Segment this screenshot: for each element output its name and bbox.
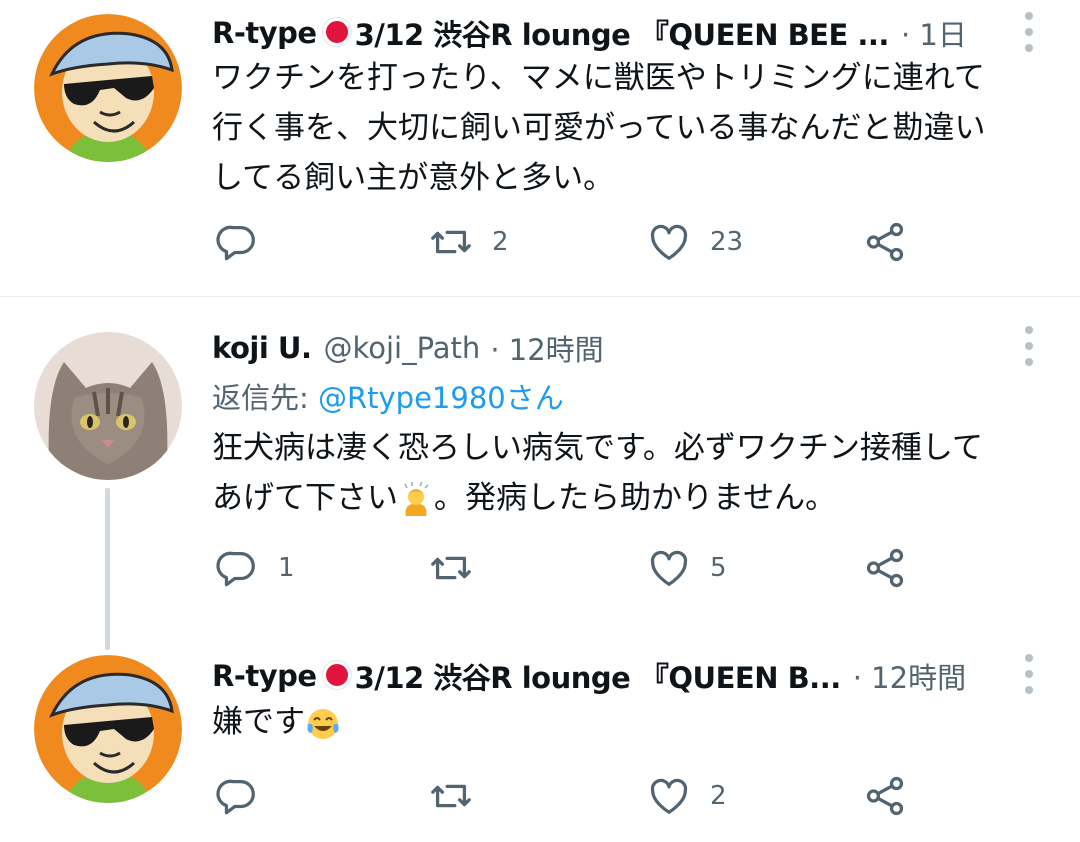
tweet-text-line-2: あげて下さい 。発病したら助かりません。 [212, 473, 1052, 523]
display-name-rest[interactable]: 3/12 渋谷R lounge 『QUEEN B... [355, 655, 842, 697]
tweet-text: 嫌です [212, 697, 1052, 747]
tweet-header: R-type 3/12 渋谷R lounge 『QUEEN B... · 12時… [212, 654, 966, 698]
more-icon[interactable] [1024, 326, 1034, 366]
reply-count: 1 [278, 553, 295, 583]
reply-button[interactable] [214, 766, 278, 826]
tweet-header: koji U. @koji_Path · 12時間 [212, 326, 604, 370]
retweet-button[interactable] [428, 538, 492, 598]
share-icon [866, 776, 904, 816]
tweet-text-line: 狂犬病は凄く恐ろしい病気です。必ずワクチン接種して [212, 430, 983, 466]
like-count: 23 [710, 227, 744, 257]
reply-button[interactable]: 1 [214, 538, 295, 598]
replying-to-label: 返信先: [212, 381, 318, 415]
retweet-count: 2 [492, 227, 509, 257]
tweet-3[interactable]: R-type 3/12 渋谷R lounge 『QUEEN B... · 12時… [0, 627, 1080, 842]
timestamp[interactable]: · 12時間 [853, 655, 966, 697]
display-name-rest[interactable]: 3/12 渋谷R lounge 『QUEEN BEE ... [355, 12, 890, 54]
avatar[interactable] [34, 332, 182, 480]
more-icon[interactable] [1024, 12, 1034, 52]
like-icon [650, 550, 688, 586]
reply-icon [216, 551, 255, 587]
replying-to-link[interactable]: @Rtype1980さん [318, 381, 564, 415]
retweet-icon [431, 230, 471, 254]
flag-jp-icon [322, 661, 351, 689]
retweet-button[interactable] [428, 766, 492, 826]
retweet-icon [431, 784, 471, 808]
share-button[interactable] [862, 766, 908, 826]
avatar[interactable] [34, 14, 182, 162]
tweet-text: ワクチンを打ったり、マメに獣医やトリミングに連れて 行く事を、大切に飼い可愛がっ… [212, 53, 1052, 203]
like-count: 5 [710, 553, 727, 583]
avatar-illustration [34, 14, 182, 162]
reply-button[interactable] [214, 212, 278, 272]
like-button[interactable]: 23 [646, 212, 743, 272]
timestamp[interactable]: · 12時間 [490, 327, 603, 369]
tweet-text-line: ワクチンを打ったり、マメに獣医やトリミングに連れて [212, 60, 985, 96]
tweet-text-line: してる飼い主が意外と多い。 [212, 160, 615, 196]
share-icon [866, 548, 904, 588]
share-button[interactable] [862, 212, 908, 272]
flag-jp-icon [322, 18, 351, 46]
timestamp[interactable]: · 1日 [901, 12, 967, 54]
tweet-1[interactable]: R-type 3/12 渋谷R lounge 『QUEEN BEE ... · … [0, 0, 1080, 296]
replying-to: 返信先: @Rtype1980さん [212, 375, 564, 417]
tweet-text-segment: 嫌です [212, 704, 305, 740]
tweet-text-segment: あげて下さい [212, 480, 398, 516]
reply-icon [216, 779, 255, 815]
reply-icon [216, 225, 255, 261]
avatar-cat-photo [34, 332, 182, 480]
more-icon[interactable] [1024, 654, 1034, 694]
bowing-emoji-icon [404, 481, 429, 516]
tears-of-joy-emoji-icon [307, 708, 339, 739]
like-icon [650, 224, 688, 260]
like-count: 2 [710, 781, 727, 811]
action-bar: 2 23 [0, 212, 1080, 272]
like-button[interactable]: 2 [646, 766, 727, 826]
display-name[interactable]: koji U. [212, 331, 312, 365]
retweet-icon [431, 556, 471, 580]
retweet-button[interactable]: 2 [428, 212, 509, 272]
tweet-header: R-type 3/12 渋谷R lounge 『QUEEN BEE ... · … [212, 11, 967, 55]
tweet-text-line: 行く事を、大切に飼い可愛がっている事なんだと勘違い [212, 110, 986, 146]
like-button[interactable]: 5 [646, 538, 727, 598]
share-button[interactable] [862, 538, 908, 598]
share-icon [866, 222, 904, 262]
display-name[interactable]: R-type [212, 16, 317, 50]
tweet-text: 狂犬病は凄く恐ろしい病気です。必ずワクチン接種して あげて下さい 。発病したら助か… [212, 423, 1052, 523]
like-icon [650, 778, 688, 814]
action-bar: 1 5 [0, 538, 1080, 598]
display-name[interactable]: R-type [212, 659, 317, 693]
tweet-text-segment: 。発病したら助かりません。 [434, 480, 837, 516]
tweet-2[interactable]: koji U. @koji_Path · 12時間 返信先: @Rtype198… [0, 297, 1080, 627]
user-handle[interactable]: @koji_Path [323, 331, 480, 365]
action-bar: 2 [0, 766, 1080, 826]
